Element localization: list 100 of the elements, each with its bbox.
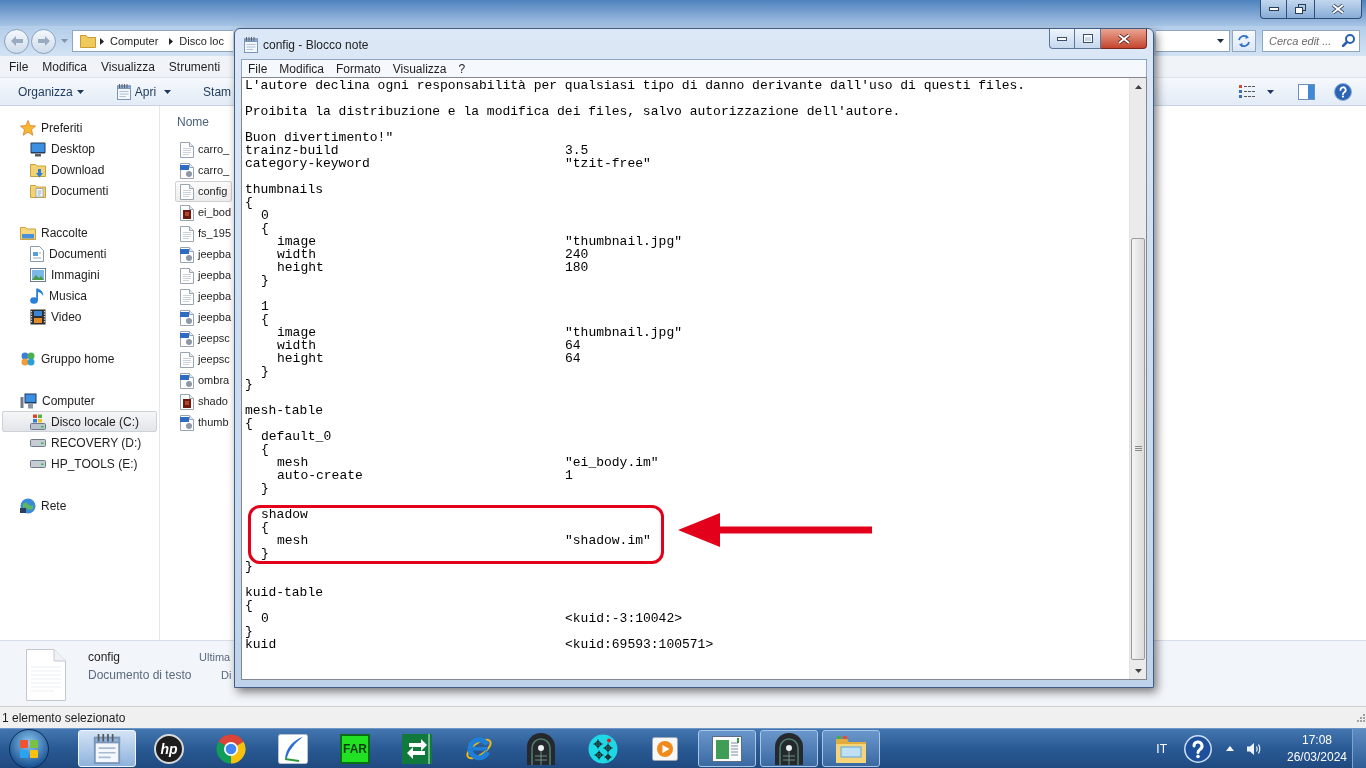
taskbar-button[interactable] <box>760 730 818 767</box>
folder-entry[interactable]: jeepba <box>175 307 232 328</box>
speaker-icon <box>1247 741 1262 756</box>
close-button[interactable] <box>1315 0 1362 19</box>
text-file-icon <box>180 141 194 158</box>
taskbar-button[interactable] <box>822 730 880 767</box>
brace-text: } <box>261 274 269 287</box>
address-dropdown[interactable] <box>1156 30 1230 52</box>
music-note-icon <box>30 287 44 304</box>
clock[interactable]: 17:08 26/03/2024 <box>1285 731 1349 766</box>
config-key: kuid <box>245 638 277 651</box>
menu-item[interactable]: File <box>242 59 274 78</box>
menu-item[interactable]: Modifica <box>273 59 331 78</box>
nav-item[interactable]: Computer <box>2 390 157 411</box>
scroll-thumb[interactable] <box>1131 238 1145 660</box>
brace-text: { <box>245 599 253 612</box>
toolbar-button[interactable]: Stam <box>197 80 232 103</box>
taskbar-button[interactable]: FAR <box>326 730 384 767</box>
menu-item[interactable]: Formato <box>330 59 387 78</box>
file-type: Documento di testo <box>88 667 193 684</box>
folder-entry[interactable]: jeepba <box>175 244 232 265</box>
menu-item[interactable]: File <box>4 57 34 76</box>
config-value: <kuid:69593:100571> <box>565 638 714 651</box>
address-field[interactable]: Computer Disco loc <box>72 30 233 52</box>
text-file-icon <box>180 351 194 368</box>
drive-icon <box>30 413 46 430</box>
round-logo: hp <box>154 733 184 764</box>
taskbar-button[interactable]: hp <box>140 730 198 767</box>
folder-entry[interactable]: shado <box>175 391 232 412</box>
minimize-icon <box>1268 7 1279 11</box>
film-icon <box>30 308 46 325</box>
menu-item[interactable]: Visualizza <box>386 59 453 78</box>
folder-entry[interactable]: ei_bod <box>175 202 232 223</box>
image-file-icon <box>180 414 194 431</box>
section-name: 1 <box>261 300 269 313</box>
nav-item[interactable]: Immagini <box>2 264 157 285</box>
folder-entry[interactable]: jeepba <box>175 265 232 286</box>
config-key: image <box>277 235 316 248</box>
folder-entry[interactable]: ombra <box>175 370 232 391</box>
config-value: 1 <box>565 469 573 482</box>
triangle-up-icon <box>1226 746 1234 751</box>
nav-item[interactable]: RECOVERY (D:) <box>2 432 157 453</box>
block-file-icon <box>180 204 194 221</box>
triangle-up-icon <box>1134 84 1142 89</box>
minimize-button[interactable] <box>1049 29 1075 49</box>
image-file-icon <box>180 246 194 263</box>
maximize-button[interactable] <box>1075 29 1101 49</box>
notepad-icon <box>92 733 122 764</box>
menu-item[interactable]: Visualizza <box>96 57 160 76</box>
folder-entry[interactable]: jeepsc <box>175 349 232 370</box>
folder-entry[interactable]: carro_ <box>175 160 232 181</box>
image-file-icon <box>180 372 194 389</box>
brace-text: { <box>261 443 269 456</box>
refresh-button[interactable] <box>1232 30 1256 52</box>
menu-item[interactable]: ? <box>452 59 472 78</box>
breadcrumb-item[interactable]: Computer <box>104 32 159 50</box>
brace-text: } <box>245 625 253 638</box>
browser-icon <box>216 733 246 764</box>
column-header[interactable]: Nome <box>175 111 215 133</box>
nav-item[interactable]: Download <box>2 159 157 180</box>
config-value: 64 <box>565 339 581 352</box>
folder-entry[interactable]: thumb <box>175 412 232 433</box>
folder-icon <box>836 734 866 763</box>
nav-item[interactable]: Preferiti <box>2 117 157 138</box>
nav-item[interactable]: Documenti <box>2 180 157 201</box>
search-field[interactable]: Cerca edit ... <box>1262 30 1360 52</box>
menu-item[interactable]: Modifica <box>37 57 93 76</box>
language-indicator[interactable]: IT <box>1156 739 1167 758</box>
nav-item[interactable]: Gruppo home <box>2 348 157 369</box>
nav-item[interactable]: HP_TOOLS (E:) <box>2 453 157 474</box>
breadcrumb-item[interactable]: Disco loc <box>173 32 224 50</box>
nav-item[interactable]: Desktop <box>2 138 157 159</box>
close-button[interactable] <box>1101 29 1147 49</box>
nav-item[interactable]: Rete <box>2 495 157 516</box>
nav-item[interactable]: Disco locale (C:) <box>2 411 157 432</box>
toolbar-button[interactable]: Organizza <box>10 80 90 103</box>
restore-button[interactable] <box>1287 0 1315 19</box>
menu-item[interactable]: Strumenti <box>163 57 226 76</box>
folder-entry[interactable]: jeepba <box>175 286 232 307</box>
config-value: 64 <box>565 352 581 365</box>
nav-item[interactable]: Musica <box>2 285 157 306</box>
taskbar-button[interactable] <box>698 730 756 767</box>
caret-icon <box>164 89 172 94</box>
nav-item[interactable]: Documenti <box>2 243 157 264</box>
folder-entry[interactable]: carro_ <box>175 139 232 160</box>
nav-item[interactable]: Video <box>2 306 157 327</box>
image-file-icon <box>180 309 194 326</box>
folder-entry[interactable]: fs_195 <box>175 223 232 244</box>
folder-entry[interactable]: config <box>175 181 232 202</box>
minimize-button[interactable] <box>1260 0 1287 19</box>
nav-item[interactable]: Raccolte <box>2 222 157 243</box>
brace-text: { <box>245 417 253 430</box>
show-desktop-button[interactable] <box>1352 728 1366 768</box>
text-file-icon <box>26 649 66 701</box>
config-key: height <box>277 352 324 365</box>
scrollbar[interactable] <box>1129 78 1146 679</box>
toolbar-button[interactable]: Apri <box>109 80 178 103</box>
text-line: L'autore declina ogni responsabilità per qualsiasi tipo di danno derivante dall'uso di questi files. <box>245 79 1026 92</box>
help-button[interactable] <box>1334 80 1352 103</box>
folder-entry[interactable]: jeepsc <box>175 328 232 349</box>
